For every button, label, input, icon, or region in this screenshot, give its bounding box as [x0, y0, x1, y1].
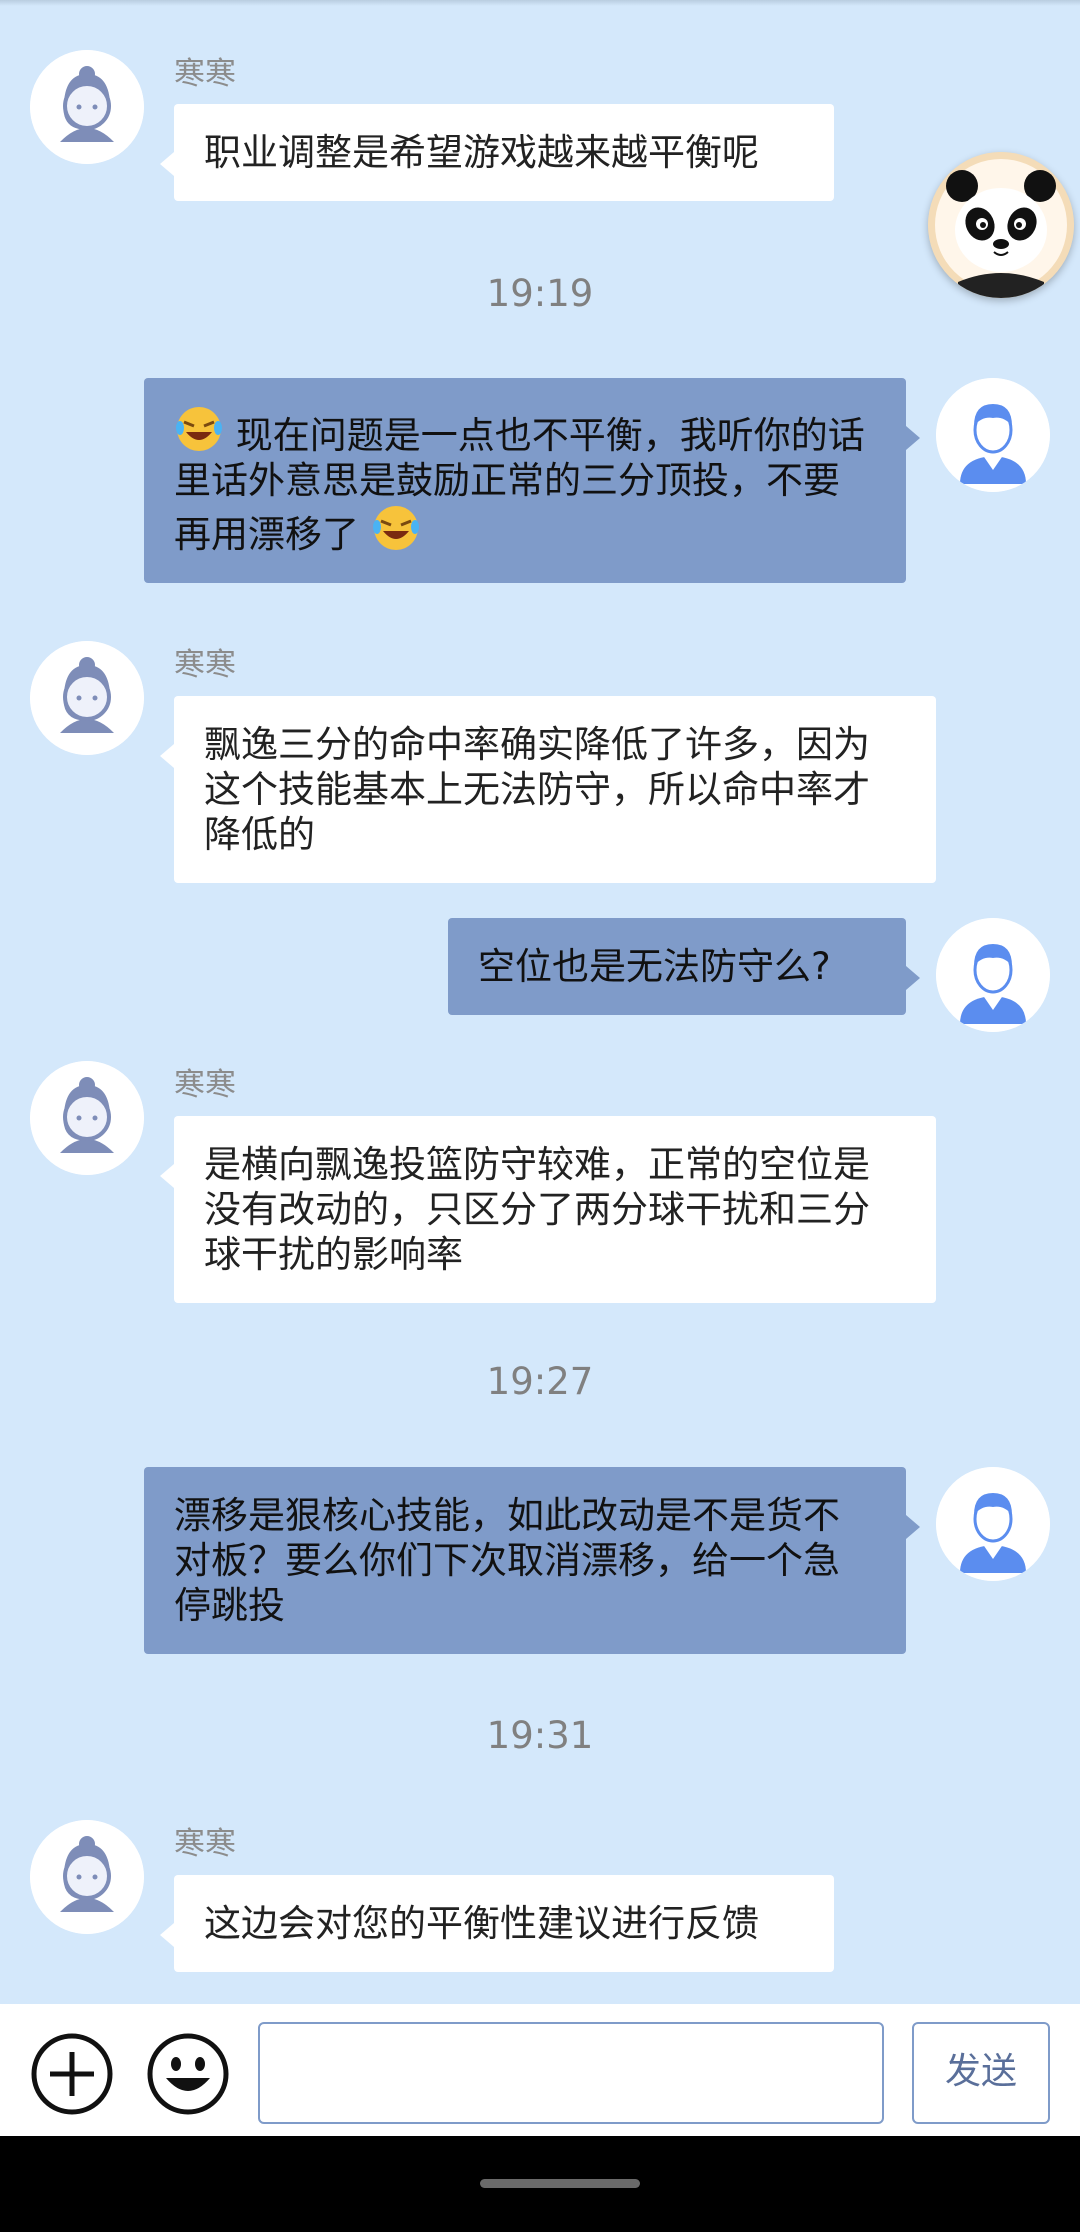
- user-message-text: 现在问题是一点也不平衡，我听你的话里话外意思是鼓励正常的三分顶投，不要再用漂移了: [174, 414, 865, 556]
- user-avatar-icon[interactable]: [936, 1467, 1050, 1581]
- agent-name: 寒寒: [174, 1826, 236, 1862]
- agent-message[interactable]: 飘逸三分的命中率确实降低了许多，因为这个技能基本上无法防守，所以命中率才降低的: [160, 696, 936, 883]
- agent-name: 寒寒: [174, 56, 236, 92]
- agent-avatar-icon[interactable]: [30, 1820, 144, 1934]
- user-message[interactable]: 空位也是无法防守么?: [448, 918, 920, 1015]
- home-indicator[interactable]: [480, 2179, 640, 2188]
- laughing-crying-emoji-icon: [174, 404, 224, 454]
- system-nav-bar: [0, 2136, 1080, 2232]
- chat-area[interactable]: 寒寒 职业调整是希望游戏越来越平衡呢 19:19 现在问题是一点也不平衡，我听你…: [0, 0, 1080, 2004]
- timestamp: 19:19: [486, 272, 594, 315]
- timestamp: 19:27: [486, 1360, 594, 1403]
- smile-icon[interactable]: [146, 2032, 230, 2116]
- user-message[interactable]: 漂移是狠核心技能，如此改动是不是货不对板？要么你们下次取消漂移，给一个急停跳投: [144, 1467, 920, 1654]
- agent-message[interactable]: 这边会对您的平衡性建议进行反馈: [160, 1875, 834, 1972]
- agent-avatar-icon[interactable]: [30, 50, 144, 164]
- agent-name: 寒寒: [174, 1067, 236, 1103]
- plus-circle-icon[interactable]: [30, 2032, 114, 2116]
- agent-message[interactable]: 是横向飘逸投篮防守较难，正常的空位是没有改动的，只区分了两分球干扰和三分球干扰的…: [160, 1116, 936, 1303]
- send-button[interactable]: 发送: [912, 2022, 1050, 2124]
- user-avatar-icon[interactable]: [936, 378, 1050, 492]
- message-input[interactable]: [258, 2022, 884, 2124]
- input-bar: 发送: [0, 2004, 1080, 2136]
- user-avatar-icon[interactable]: [936, 918, 1050, 1032]
- timestamp: 19:31: [486, 1714, 594, 1757]
- agent-avatar-icon[interactable]: [30, 641, 144, 755]
- agent-message[interactable]: 职业调整是希望游戏越来越平衡呢: [160, 104, 834, 201]
- user-message[interactable]: 现在问题是一点也不平衡，我听你的话里话外意思是鼓励正常的三分顶投，不要再用漂移了: [144, 378, 920, 583]
- laughing-crying-emoji-icon: [371, 503, 421, 553]
- agent-name: 寒寒: [174, 647, 236, 683]
- agent-avatar-icon[interactable]: [30, 1061, 144, 1175]
